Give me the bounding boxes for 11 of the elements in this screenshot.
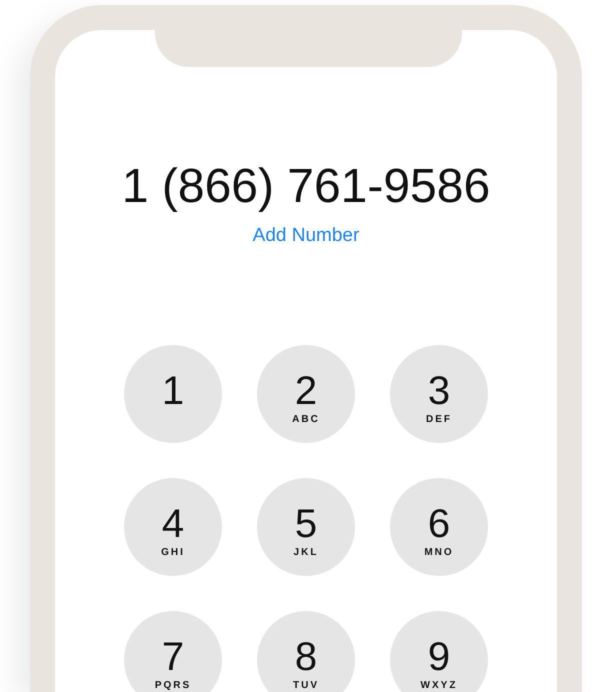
dial-key[interactable]: 8 TUV <box>257 611 355 692</box>
add-number-link[interactable]: Add Number <box>252 224 360 246</box>
dial-key[interactable]: 9 WXYZ <box>390 611 488 692</box>
dial-key[interactable]: 7 PQRS <box>124 611 222 692</box>
dial-key[interactable]: 1 <box>124 345 222 444</box>
dial-key[interactable]: 5 JKL <box>257 478 355 576</box>
dial-key[interactable]: 6 MNO <box>390 478 488 576</box>
dial-key[interactable]: 2 ABC <box>257 345 355 444</box>
dial-key[interactable]: 4 GHI <box>124 478 222 576</box>
phone-number: 1 (866) 761-9586 <box>120 161 492 214</box>
dial-key[interactable]: 3 DEF <box>390 345 488 444</box>
